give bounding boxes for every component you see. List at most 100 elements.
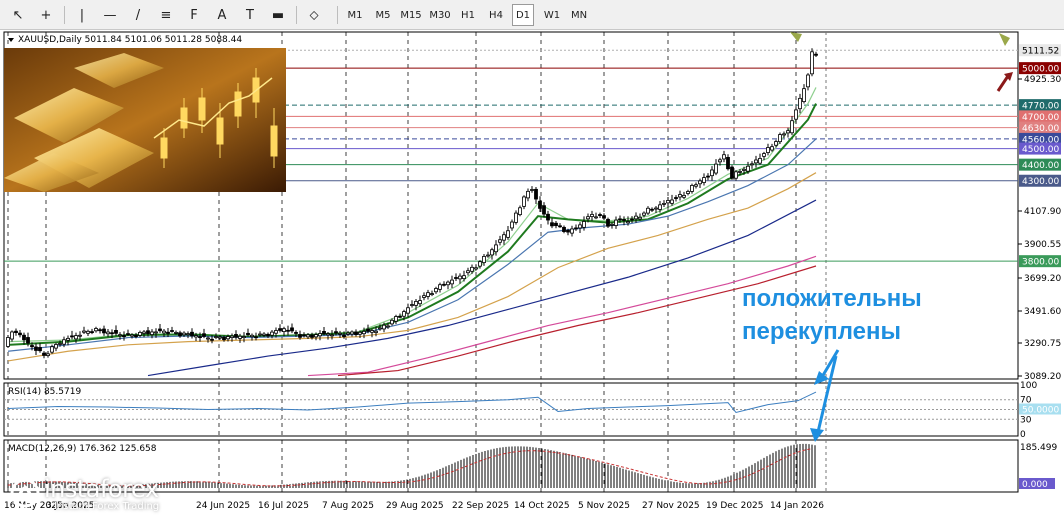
candle-body (510, 221, 514, 229)
candle-body (182, 332, 186, 336)
candle-body (422, 295, 426, 298)
timeframe-w1[interactable]: W1 (541, 4, 563, 26)
text-tool[interactable]: A (210, 4, 234, 26)
candle-body (142, 331, 146, 334)
candle-body (566, 229, 570, 233)
y-tick-label: 3699.20 (1024, 274, 1061, 284)
timeframe-m15[interactable]: M15 (398, 4, 424, 26)
candle-body (158, 328, 162, 332)
vertical-line-tool[interactable]: | (70, 4, 94, 26)
candle-body (386, 325, 390, 328)
candle-body (258, 333, 262, 336)
rsi-level-label: 0 (1020, 430, 1026, 440)
candle-body (718, 159, 722, 163)
candle-body (286, 329, 290, 332)
candle-body (306, 334, 310, 338)
y-tick-label: 4925.30 (1024, 75, 1061, 85)
candle-body (534, 188, 538, 200)
candle-body (634, 215, 638, 220)
candle-body (330, 334, 334, 337)
candle-body (46, 353, 50, 356)
candle-body (554, 222, 558, 227)
candle-body (622, 219, 626, 221)
candle-body (30, 345, 34, 348)
price-level-label: 5111.52 (1022, 47, 1059, 57)
candle-body (474, 267, 478, 270)
candle-body (786, 130, 790, 134)
candle-body (266, 333, 270, 337)
candle-body (450, 279, 454, 285)
timeframe-m30[interactable]: M30 (427, 4, 453, 26)
x-tick-label: 16 Jul 2025 (258, 501, 309, 511)
horizontal-line-tool[interactable]: — (98, 4, 122, 26)
cursor-tool[interactable]: ↖ (6, 4, 30, 26)
candle-body (42, 352, 46, 356)
candle-body (630, 218, 634, 221)
candle-body (810, 51, 814, 75)
candle-body (86, 330, 90, 334)
candle-body (654, 207, 658, 210)
candle-body (6, 337, 10, 347)
candle-body (570, 228, 574, 234)
timeframe-m5[interactable]: M5 (372, 4, 394, 26)
candle-body (366, 328, 370, 332)
candle-body (222, 336, 226, 341)
candle-body (494, 244, 498, 253)
macd-zero-label: 0.000 (1022, 480, 1048, 490)
x-tick-label: 19 Dec 2025 (706, 501, 764, 511)
fibonacci-tool[interactable]: F (182, 4, 206, 26)
candle-body (590, 214, 594, 217)
text-label-tool[interactable]: T (238, 4, 262, 26)
gold-bars-banner (4, 48, 286, 192)
candle-body (294, 332, 298, 334)
candle-body (10, 331, 14, 340)
timeframe-d1[interactable]: D1 (512, 4, 534, 26)
trend-line-tool[interactable]: / (126, 4, 150, 26)
candle-body (338, 332, 342, 335)
candle-body (454, 277, 458, 279)
candle-body (678, 194, 682, 198)
crosshair-tool[interactable]: + (34, 4, 58, 26)
candle-body (406, 307, 410, 314)
candle-body (186, 333, 190, 336)
candle-body (290, 327, 294, 332)
channel-tool[interactable]: ≡ (154, 4, 178, 26)
candle-body (462, 275, 466, 279)
candle-body (318, 333, 322, 337)
instaforex-logo: instaforex Instant Forex Trading (6, 474, 186, 516)
candle-body (202, 333, 206, 337)
price-level-label: 4500.00 (1022, 145, 1059, 155)
candle-body (38, 347, 42, 352)
candle-body (342, 334, 346, 337)
candle-body (562, 226, 566, 232)
candle-body (726, 157, 730, 170)
candle-body (102, 328, 106, 334)
candle-body (94, 328, 98, 332)
price-level-label: 4770.00 (1022, 102, 1059, 112)
toolbar-separator (64, 6, 65, 24)
candle-body (214, 336, 218, 338)
candle-body (702, 177, 706, 183)
arrows-tool[interactable]: ⬦ (302, 4, 326, 26)
candle-body (238, 335, 242, 339)
candle-body (302, 334, 306, 337)
x-tick-label: 29 Aug 2025 (386, 501, 444, 511)
candle-body (26, 337, 30, 344)
timeframe-h1[interactable]: H1 (457, 4, 479, 26)
candle-body (74, 335, 78, 340)
candle-body (358, 331, 362, 335)
y-tick-label: 3290.75 (1024, 339, 1061, 349)
candle-body (478, 261, 482, 267)
timeframe-mn[interactable]: MN (568, 4, 590, 26)
candle-body (370, 330, 374, 333)
candle-body (814, 53, 818, 56)
candle-body (594, 216, 598, 219)
candle-body (362, 330, 366, 335)
candle-body (90, 331, 94, 334)
candle-body (482, 256, 486, 263)
timeframe-m1[interactable]: M1 (344, 4, 366, 26)
rectangle-tool[interactable]: ▬ (266, 4, 290, 26)
timeframe-h4[interactable]: H4 (485, 4, 507, 26)
candle-body (178, 332, 182, 337)
candle-body (470, 266, 474, 272)
